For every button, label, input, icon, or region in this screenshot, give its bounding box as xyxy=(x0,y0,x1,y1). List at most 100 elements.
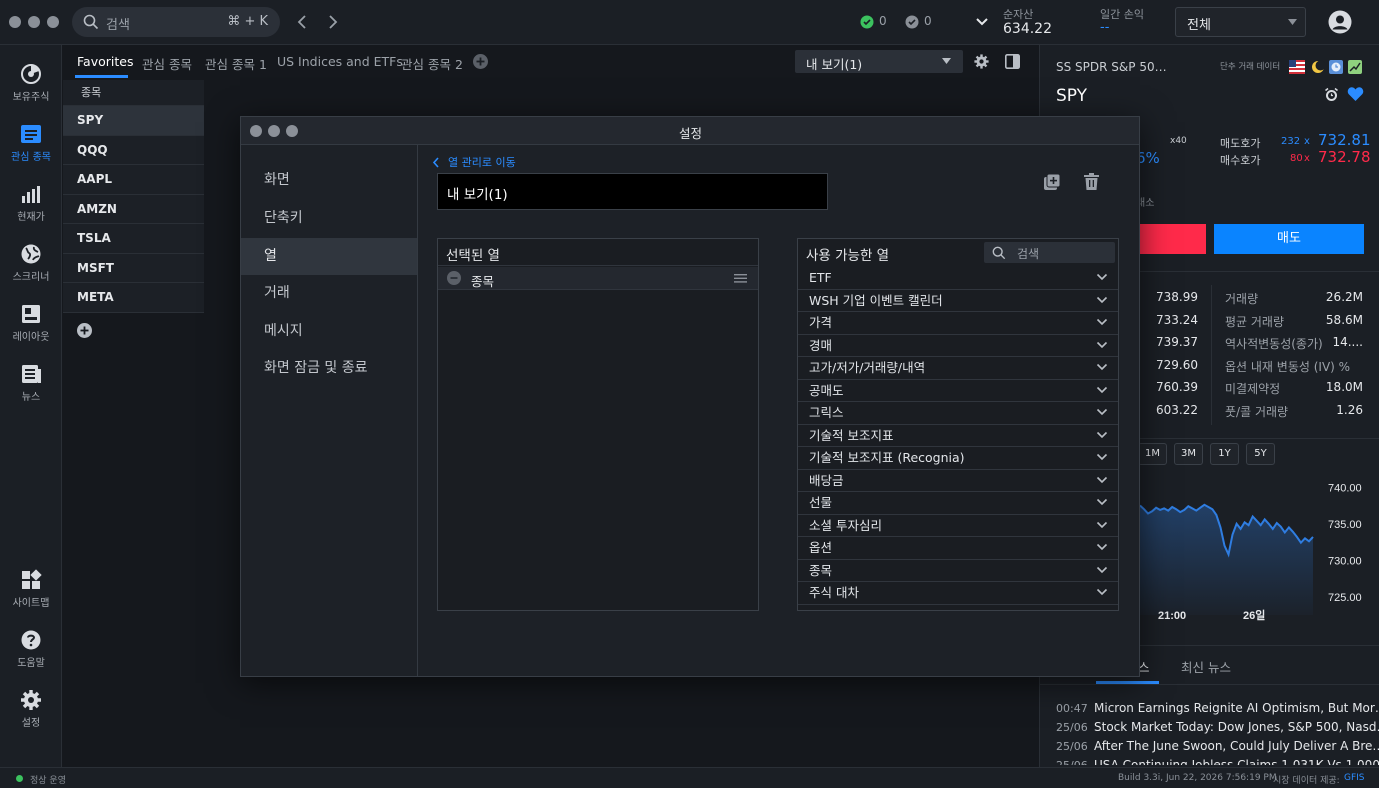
news-item[interactable]: 25/06 After The June Swoon, Could July De… xyxy=(1056,739,1379,757)
table-row[interactable]: AAPL xyxy=(63,165,204,195)
modal-maximize-dot[interactable] xyxy=(286,125,298,137)
user-avatar-icon[interactable] xyxy=(1328,10,1352,34)
chevron-down-icon xyxy=(1096,521,1108,528)
column-header[interactable]: 종목 xyxy=(63,80,204,106)
available-column-category[interactable]: 선물 xyxy=(798,492,1118,515)
available-column-category[interactable]: 경매 xyxy=(798,335,1118,357)
available-column-category[interactable]: 그릭스 xyxy=(798,402,1118,425)
window-close-dot[interactable] xyxy=(9,16,21,28)
sidebar-item-label: 설정 xyxy=(21,718,41,729)
sidebar-item-portfolio[interactable]: 보유주식 xyxy=(0,56,62,112)
global-search[interactable]: 검색 ⌘ + K xyxy=(72,7,280,37)
buy-button[interactable] xyxy=(1140,224,1206,254)
chevron-down-icon xyxy=(1096,566,1108,573)
back-arrow-icon[interactable] xyxy=(296,15,308,29)
category-label: 주식 대차 xyxy=(809,585,859,600)
range-button-1m[interactable]: 1M xyxy=(1138,443,1167,465)
chevron-left-icon[interactable] xyxy=(432,157,440,168)
available-column-category[interactable]: 배당금 xyxy=(798,470,1118,492)
add-tab-icon[interactable] xyxy=(473,54,488,69)
trash-icon[interactable] xyxy=(1084,173,1099,190)
tab-us-indices-etfs[interactable]: US Indices and ETFs xyxy=(277,54,403,69)
nav-lock-exit[interactable]: 화면 잠금 및 종료 xyxy=(241,350,417,387)
sell-button[interactable]: 매도 xyxy=(1214,224,1364,254)
sidebar-item-help[interactable]: 도움말 xyxy=(0,622,62,678)
available-column-category[interactable]: ETF xyxy=(798,267,1118,290)
available-column-category[interactable]: 기술적 보조지표 (Recognia) xyxy=(798,447,1118,470)
stat-label: 미결제약정 xyxy=(1225,382,1281,397)
available-column-category[interactable]: 주식 대차 xyxy=(798,582,1118,605)
nav-columns[interactable]: 열 xyxy=(241,238,417,275)
table-row[interactable]: META xyxy=(63,283,204,313)
globe-icon xyxy=(21,244,41,264)
selected-column-row[interactable]: 종목 xyxy=(438,267,758,290)
available-column-category[interactable]: 가격 xyxy=(798,312,1118,335)
available-column-category[interactable]: 소셜 투자심리 xyxy=(798,515,1118,537)
live-status-icon[interactable] xyxy=(860,15,874,29)
account-select[interactable]: 전체 xyxy=(1175,7,1306,37)
category-label: 고가/저가/거래량/내역 xyxy=(809,360,926,375)
forward-arrow-icon[interactable] xyxy=(327,15,339,29)
nav-messages[interactable]: 메시지 xyxy=(241,313,417,350)
modal-close-dot[interactable] xyxy=(250,125,262,137)
news-item[interactable]: 00:47 Micron Earnings Reignite AI Optimis… xyxy=(1056,701,1379,719)
view-name-input[interactable]: 내 보기(1) xyxy=(437,173,828,210)
tab-watchlist[interactable]: 관심 종목 xyxy=(142,54,192,73)
modal-minimize-dot[interactable] xyxy=(268,125,280,137)
news-item[interactable]: 25/06 USA Continuing Jobless Claims 1.031… xyxy=(1056,758,1379,765)
check-status-icon[interactable] xyxy=(905,15,919,29)
available-column-category[interactable]: 옵션 xyxy=(798,537,1118,560)
range-button-3m[interactable]: 3M xyxy=(1174,443,1203,465)
stat-value: 14.... xyxy=(1332,335,1363,350)
chevron-down-icon[interactable] xyxy=(975,17,989,27)
view-select[interactable]: 내 보기(1) xyxy=(795,50,963,73)
tab-watchlist-2[interactable]: 관심 종목 2 xyxy=(401,54,463,73)
table-row[interactable]: AMZN xyxy=(63,194,204,224)
sidebar-item-watchlist[interactable]: 관심 종목 xyxy=(0,116,62,172)
tab-favorites[interactable]: Favorites xyxy=(77,54,133,69)
tab-latest-news[interactable]: 최신 뉴스 xyxy=(1181,657,1231,676)
data-provider-link[interactable]: GFIS xyxy=(1344,773,1365,783)
modal-title-bar[interactable]: 설정 xyxy=(241,117,1139,145)
heart-icon[interactable] xyxy=(1347,86,1364,102)
panel-toggle-icon[interactable] xyxy=(1005,54,1020,69)
table-row[interactable]: MSFT xyxy=(63,253,204,283)
nav-display[interactable]: 화면 xyxy=(241,162,417,199)
us-flag-icon xyxy=(1289,60,1305,74)
table-row[interactable]: SPY xyxy=(63,106,204,136)
window-minimize-dot[interactable] xyxy=(28,16,40,28)
back-to-column-management-link[interactable]: 열 관리로 이동 xyxy=(448,154,516,170)
window-maximize-dot[interactable] xyxy=(47,16,59,28)
table-row[interactable]: QQQ xyxy=(63,135,204,165)
alarm-icon[interactable] xyxy=(1324,87,1339,102)
add-view-icon[interactable] xyxy=(1043,173,1061,191)
available-column-category[interactable]: 고가/저가/거래량/내역 xyxy=(798,357,1118,380)
gear-icon[interactable] xyxy=(973,53,990,70)
sidebar-item-screener[interactable]: 스크리너 xyxy=(0,236,62,292)
sidebar-item-news[interactable]: 뉴스 xyxy=(0,356,62,412)
range-button-5y[interactable]: 5Y xyxy=(1246,443,1275,465)
stat-label: 거래량 xyxy=(1225,292,1259,306)
available-columns-search[interactable]: 검색 xyxy=(984,242,1115,263)
sidebar-item-settings[interactable]: 설정 xyxy=(0,682,62,738)
remove-column-icon[interactable] xyxy=(447,271,461,285)
add-symbol-icon[interactable] xyxy=(77,323,92,338)
layout-icon xyxy=(22,305,40,323)
sidebar-item-layout[interactable]: 레이아웃 xyxy=(0,296,62,352)
sidebar-item-quote[interactable]: 현재가 xyxy=(0,176,62,232)
nav-trading[interactable]: 거래 xyxy=(241,275,417,312)
symbol-title: SPY xyxy=(1056,86,1088,106)
drag-handle-icon[interactable] xyxy=(734,274,747,283)
table-row[interactable]: TSLA xyxy=(63,224,204,254)
stat-value: 733.24 xyxy=(1156,312,1198,327)
news-item[interactable]: 25/06 Stock Market Today: Dow Jones, S&P … xyxy=(1056,720,1379,738)
tab-watchlist-1[interactable]: 관심 종목 1 xyxy=(205,54,267,73)
range-button-1y[interactable]: 1Y xyxy=(1210,443,1239,465)
sidebar-item-sitemap[interactable]: 사이트맵 xyxy=(0,562,62,618)
nav-shortcuts[interactable]: 단축키 xyxy=(241,200,417,237)
available-column-category[interactable]: 공매도 xyxy=(798,380,1118,402)
available-column-category[interactable]: WSH 기업 이벤트 캘린더 xyxy=(798,290,1118,312)
available-column-category[interactable]: 종목 xyxy=(798,560,1118,582)
chevron-down-icon xyxy=(1096,341,1108,348)
available-column-category[interactable]: 기술적 보조지표 xyxy=(798,425,1118,447)
